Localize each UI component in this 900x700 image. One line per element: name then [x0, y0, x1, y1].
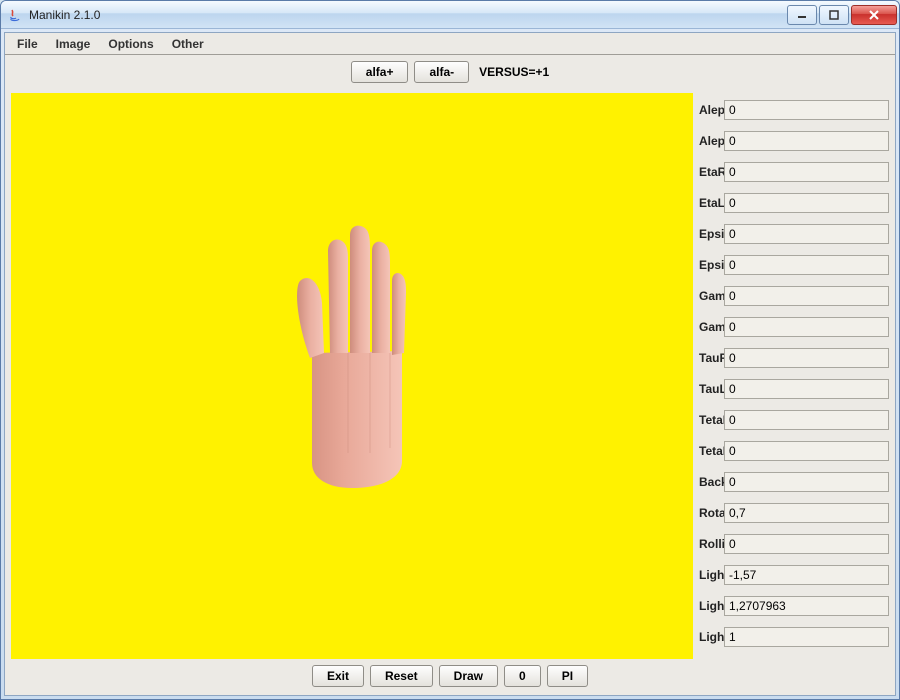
param-input[interactable] [724, 348, 889, 368]
zero-button[interactable]: 0 [504, 665, 541, 687]
param-row: EpsilonLeft: [699, 250, 889, 280]
param-input[interactable] [724, 224, 889, 244]
param-row: EtaLeft: [699, 188, 889, 218]
param-label: Light intensity: [699, 630, 724, 644]
exit-button[interactable]: Exit [312, 665, 364, 687]
param-label: TauLeft: [699, 382, 724, 396]
param-label: AlephLeft: [699, 134, 724, 148]
param-input[interactable] [724, 193, 889, 213]
menu-image[interactable]: Image [48, 35, 99, 53]
java-icon [7, 7, 23, 23]
param-label: Light angle teta: [699, 599, 724, 613]
menu-options[interactable]: Options [100, 35, 161, 53]
versus-label: VERSUS=+1 [479, 65, 549, 79]
bottom-toolbar: Exit Reset Draw 0 PI [5, 661, 895, 695]
param-row: GammaLeft: [699, 312, 889, 342]
reset-button[interactable]: Reset [370, 665, 433, 687]
param-input[interactable] [724, 286, 889, 306]
param-label: EtaLeft: [699, 196, 724, 210]
param-input[interactable] [724, 131, 889, 151]
param-label: AlephRight: [699, 103, 724, 117]
close-button[interactable] [851, 5, 897, 25]
param-label: RotationAngle: [699, 506, 724, 520]
param-input[interactable] [724, 317, 889, 337]
param-input[interactable] [724, 162, 889, 182]
param-row: Light angle teta: [699, 591, 889, 621]
param-row: TauLeft: [699, 374, 889, 404]
param-label: TauRight: [699, 351, 724, 365]
param-row: EpsilonRight: [699, 219, 889, 249]
pi-button[interactable]: PI [547, 665, 588, 687]
param-label: Light angle fi: [699, 568, 724, 582]
parameters-panel: AlephRight: AlephLeft: EtaRight: EtaLeft: Ep… [699, 93, 889, 659]
param-input[interactable] [724, 410, 889, 430]
minimize-button[interactable] [787, 5, 817, 25]
param-input[interactable] [724, 565, 889, 585]
param-row: EtaRight: [699, 157, 889, 187]
maximize-button[interactable] [819, 5, 849, 25]
param-row: TauRight: [699, 343, 889, 373]
render-canvas[interactable] [11, 93, 693, 659]
param-label: EtaRight: [699, 165, 724, 179]
top-toolbar: alfa+ alfa- VERSUS=+1 [5, 55, 895, 89]
param-label: EpsilonLeft: [699, 258, 724, 272]
param-label: BackAngle: [699, 475, 724, 489]
param-row: AlephLeft: [699, 126, 889, 156]
param-input[interactable] [724, 503, 889, 523]
param-row: Light intensity: [699, 622, 889, 652]
param-row: TetaLeft: [699, 436, 889, 466]
menu-file[interactable]: File [9, 35, 46, 53]
window-title: Manikin 2.1.0 [29, 8, 787, 22]
param-input[interactable] [724, 255, 889, 275]
app-window: Manikin 2.1.0 File Image Options Other a… [0, 0, 900, 700]
param-input[interactable] [724, 534, 889, 554]
param-row: Rolling: [699, 529, 889, 559]
param-row: TetaRight: [699, 405, 889, 435]
param-input[interactable] [724, 441, 889, 461]
param-row: Light angle fi: [699, 560, 889, 590]
alfa-plus-button[interactable]: alfa+ [351, 61, 409, 83]
param-input[interactable] [724, 100, 889, 120]
param-label: EpsilonRight: [699, 227, 724, 241]
param-label: TetaRight: [699, 413, 724, 427]
param-row: RotationAngle: [699, 498, 889, 528]
param-label: GammaLeft: [699, 320, 724, 334]
menubar: File Image Options Other [5, 33, 895, 55]
alfa-minus-button[interactable]: alfa- [414, 61, 469, 83]
param-label: Rolling: [699, 537, 724, 551]
param-row: BackAngle: [699, 467, 889, 497]
param-row: AlephRight: [699, 95, 889, 125]
draw-button[interactable]: Draw [439, 665, 498, 687]
param-label: GammaRight: [699, 289, 724, 303]
param-input[interactable] [724, 472, 889, 492]
param-input[interactable] [724, 627, 889, 647]
window-controls [787, 5, 897, 25]
param-row: GammaRight: [699, 281, 889, 311]
menu-other[interactable]: Other [164, 35, 212, 53]
hand-model-icon [252, 203, 452, 503]
param-label: TetaLeft: [699, 444, 724, 458]
content-frame: File Image Options Other alfa+ alfa- VER… [4, 32, 896, 696]
titlebar[interactable]: Manikin 2.1.0 [1, 1, 899, 29]
param-input[interactable] [724, 379, 889, 399]
main-content: AlephRight: AlephLeft: EtaRight: EtaLeft: Ep… [5, 89, 895, 661]
param-input[interactable] [724, 596, 889, 616]
